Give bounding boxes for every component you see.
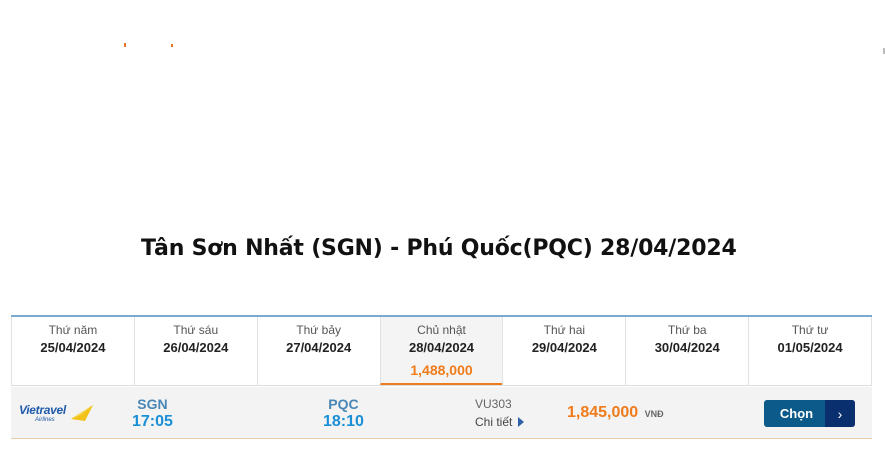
date-tab-weekday: Thứ hai: [543, 323, 586, 337]
decorative-tick: [124, 43, 126, 47]
date-tab-26-04[interactable]: Thứ sáu 26/04/2024: [133, 317, 257, 385]
date-tab-date: 28/04/2024: [408, 340, 475, 355]
chevron-right-icon: ›: [825, 400, 855, 427]
date-tab-date: 29/04/2024: [531, 340, 597, 355]
flight-details-link[interactable]: Chi tiết: [475, 415, 525, 429]
fare-price: 1,845,000 VNĐ: [567, 404, 664, 422]
date-tab-date: 30/04/2024: [654, 340, 720, 355]
flight-number: VU303: [475, 397, 512, 411]
flight-details-label: Chi tiết: [475, 415, 513, 429]
arrival-info: PQC 18:10: [323, 396, 364, 431]
date-tab-27-04[interactable]: Thứ bảy 27/04/2024: [256, 317, 380, 385]
date-tab-date: 26/04/2024: [163, 340, 229, 355]
departure-code: SGN: [137, 396, 168, 412]
date-tab-25-04[interactable]: Thứ năm 25/04/2024: [11, 317, 134, 385]
airline-logo-subtext: Airlines: [35, 417, 55, 423]
date-strip: Thứ năm 25/04/2024 Thứ sáu 26/04/2024 Th…: [11, 315, 873, 386]
route-title: Tân Sơn Nhất (SGN) - Phú Quốc(PQC) 28/04…: [141, 236, 737, 261]
departure-info: SGN 17:05: [132, 396, 173, 431]
date-tab-weekday: Chủ nhật: [417, 323, 466, 337]
airline-logo: Vietravel Airlines: [19, 403, 93, 427]
date-tab-date: 27/04/2024: [286, 340, 352, 355]
arrival-time: 18:10: [323, 413, 364, 430]
date-tab-lowest-price: 1,488,000: [410, 362, 473, 378]
decorative-tick: [171, 44, 173, 47]
departure-time: 17:05: [132, 413, 173, 430]
date-tab-30-04[interactable]: Thứ ba 30/04/2024: [625, 317, 748, 385]
airline-wing-icon: [71, 405, 93, 421]
date-tab-date: 25/04/2024: [40, 340, 106, 355]
date-tab-01-05[interactable]: Thứ tư 01/05/2024: [748, 317, 873, 385]
date-tab-29-04[interactable]: Thứ hai 29/04/2024: [502, 317, 625, 385]
fare-currency: VNĐ: [644, 409, 664, 419]
date-tab-weekday: Thứ tư: [791, 323, 829, 337]
select-button-label: Chọn: [779, 406, 814, 421]
date-tab-weekday: Thứ sáu: [173, 323, 219, 337]
fare-amount: 1,845,000: [567, 404, 639, 421]
arrival-code: PQC: [328, 396, 359, 412]
flight-row: Vietravel Airlines SGN 17:05 PQC 18:10 V…: [11, 387, 872, 439]
play-triangle-icon: [518, 417, 525, 427]
date-tab-date: 01/05/2024: [777, 340, 843, 355]
date-tab-weekday: Thứ ba: [667, 323, 707, 337]
select-flight-button[interactable]: Chọn ›: [764, 400, 855, 427]
date-tab-weekday: Thứ bảy: [296, 323, 341, 337]
date-tab-weekday: Thứ năm: [48, 323, 98, 337]
airline-logo-text: Vietravel: [19, 403, 66, 417]
date-tab-28-04-selected[interactable]: Chủ nhật 28/04/2024 1,488,000: [379, 317, 503, 385]
